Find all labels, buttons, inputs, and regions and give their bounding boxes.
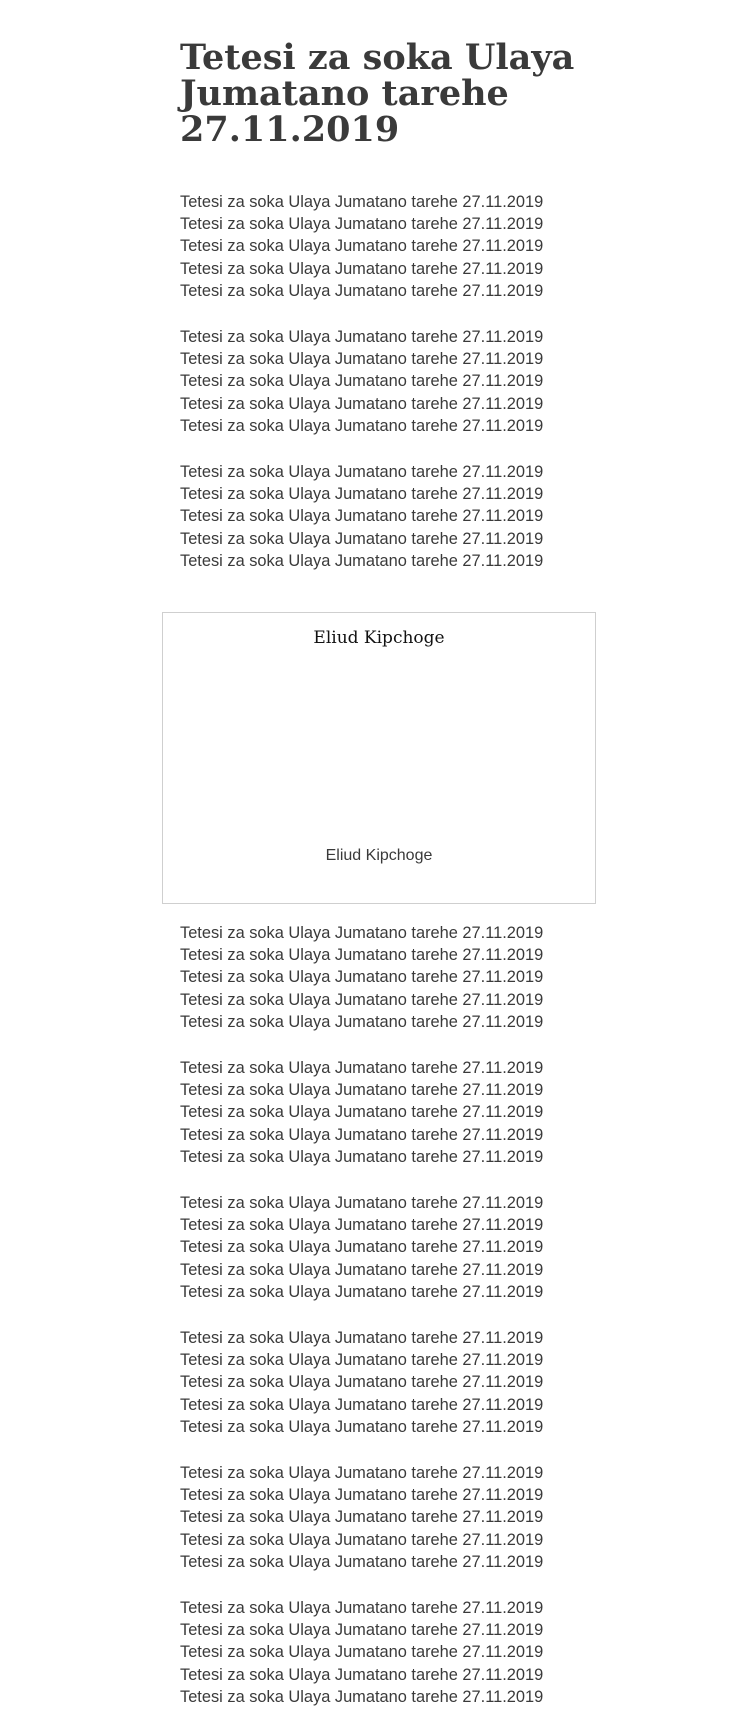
- paragraph-line: Tetesi za soka Ulaya Jumatano tarehe 27.…: [180, 1464, 544, 1483]
- paragraph-line: Tetesi za soka Ulaya Jumatano tarehe 27.…: [180, 1059, 544, 1078]
- paragraph-line: Tetesi za soka Ulaya Jumatano tarehe 27.…: [180, 1552, 544, 1571]
- paragraph-line: Tetesi za soka Ulaya Jumatano tarehe 27.…: [180, 1260, 544, 1279]
- paragraph: Tetesi za soka Ulaya Jumatano tarehe 27.…: [180, 461, 600, 572]
- paragraph-line: Tetesi za soka Ulaya Jumatano tarehe 27.…: [180, 193, 544, 211]
- paragraph-line: Tetesi za soka Ulaya Jumatano tarehe 27.…: [180, 990, 544, 1009]
- paragraph-line: Tetesi za soka Ulaya Jumatano tarehe 27.…: [180, 1530, 544, 1549]
- paragraph-line: Tetesi za soka Ulaya Jumatano tarehe 27.…: [180, 1395, 544, 1414]
- paragraph-line: Tetesi za soka Ulaya Jumatano tarehe 27.…: [180, 1147, 544, 1166]
- paragraph-line: Tetesi za soka Ulaya Jumatano tarehe 27.…: [180, 1329, 544, 1348]
- paragraph-line: Tetesi za soka Ulaya Jumatano tarehe 27.…: [180, 215, 544, 234]
- paragraph-line: Tetesi za soka Ulaya Jumatano tarehe 27.…: [180, 1238, 544, 1257]
- paragraph: Tetesi za soka Ulaya Jumatano tarehe 27.…: [180, 1057, 600, 1168]
- paragraph-line: Tetesi za soka Ulaya Jumatano tarehe 27.…: [180, 350, 544, 369]
- paragraph: Tetesi za soka Ulaya Jumatano tarehe 27.…: [180, 922, 600, 1033]
- paragraph-line: Tetesi za soka Ulaya Jumatano tarehe 27.…: [180, 1194, 544, 1213]
- paragraph-line: Tetesi za soka Ulaya Jumatano tarehe 27.…: [180, 463, 544, 482]
- paragraph-line: Tetesi za soka Ulaya Jumatano tarehe 27.…: [180, 281, 544, 300]
- paragraph-line: Tetesi za soka Ulaya Jumatano tarehe 27.…: [180, 1373, 544, 1392]
- paragraph-line: Tetesi za soka Ulaya Jumatano tarehe 27.…: [180, 1081, 544, 1100]
- paragraph: Tetesi za soka Ulaya Jumatano tarehe 27.…: [180, 1597, 600, 1708]
- paragraph-line: Tetesi za soka Ulaya Jumatano tarehe 27.…: [180, 1665, 544, 1684]
- paragraph-line: Tetesi za soka Ulaya Jumatano tarehe 27.…: [180, 1012, 544, 1031]
- paragraph-line: Tetesi za soka Ulaya Jumatano tarehe 27.…: [180, 1643, 544, 1662]
- paragraphs-top: Tetesi za soka Ulaya Jumatano tarehe 27.…: [180, 191, 600, 572]
- paragraph-line: Tetesi za soka Ulaya Jumatano tarehe 27.…: [180, 1282, 544, 1301]
- paragraph: Tetesi za soka Ulaya Jumatano tarehe 27.…: [180, 1327, 600, 1438]
- paragraph: Tetesi za soka Ulaya Jumatano tarehe 27.…: [180, 1192, 600, 1303]
- paragraph-line: Tetesi za soka Ulaya Jumatano tarehe 27.…: [180, 1103, 544, 1122]
- figure: Eliud Kipchoge Eliud Kipchoge: [162, 612, 596, 904]
- paragraph-line: Tetesi za soka Ulaya Jumatano tarehe 27.…: [180, 1351, 544, 1370]
- paragraph-line: Tetesi za soka Ulaya Jumatano tarehe 27.…: [180, 1216, 544, 1235]
- paragraph: Tetesi za soka Ulaya Jumatano tarehe 27.…: [180, 191, 600, 302]
- paragraph-line: Tetesi za soka Ulaya Jumatano tarehe 27.…: [180, 259, 544, 278]
- paragraph-line: Tetesi za soka Ulaya Jumatano tarehe 27.…: [180, 328, 544, 347]
- paragraph-line: Tetesi za soka Ulaya Jumatano tarehe 27.…: [180, 1621, 544, 1640]
- paragraph-line: Tetesi za soka Ulaya Jumatano tarehe 27.…: [180, 551, 544, 570]
- paragraph-line: Tetesi za soka Ulaya Jumatano tarehe 27.…: [180, 924, 544, 942]
- paragraph-line: Tetesi za soka Ulaya Jumatano tarehe 27.…: [180, 968, 544, 987]
- article: Tetesi za soka Ulaya Jumatano tarehe 27.…: [180, 0, 600, 1706]
- paragraph-line: Tetesi za soka Ulaya Jumatano tarehe 27.…: [180, 507, 544, 526]
- figure-title: Eliud Kipchoge: [313, 628, 445, 648]
- paragraph-line: Tetesi za soka Ulaya Jumatano tarehe 27.…: [180, 237, 544, 256]
- paragraph-line: Tetesi za soka Ulaya Jumatano tarehe 27.…: [180, 1125, 544, 1144]
- paragraph: Tetesi za soka Ulaya Jumatano tarehe 27.…: [180, 1462, 600, 1573]
- paragraph-line: Tetesi za soka Ulaya Jumatano tarehe 27.…: [180, 529, 544, 548]
- paragraph: Tetesi za soka Ulaya Jumatano tarehe 27.…: [180, 326, 600, 437]
- paragraph-line: Tetesi za soka Ulaya Jumatano tarehe 27.…: [180, 372, 544, 391]
- paragraph-line: Tetesi za soka Ulaya Jumatano tarehe 27.…: [180, 485, 544, 504]
- page-title: Tetesi za soka Ulaya Jumatano tarehe 27.…: [180, 37, 575, 150]
- paragraph-line: Tetesi za soka Ulaya Jumatano tarehe 27.…: [180, 1417, 544, 1436]
- paragraph-line: Tetesi za soka Ulaya Jumatano tarehe 27.…: [180, 1486, 544, 1505]
- paragraph-line: Tetesi za soka Ulaya Jumatano tarehe 27.…: [180, 416, 544, 435]
- paragraph-line: Tetesi za soka Ulaya Jumatano tarehe 27.…: [180, 394, 544, 413]
- paragraph-line: Tetesi za soka Ulaya Jumatano tarehe 27.…: [180, 946, 544, 965]
- figure-image: [183, 659, 575, 839]
- paragraph-line: Tetesi za soka Ulaya Jumatano tarehe 27.…: [180, 1508, 544, 1527]
- paragraph-line: Tetesi za soka Ulaya Jumatano tarehe 27.…: [180, 1687, 544, 1706]
- paragraphs-bottom: Tetesi za soka Ulaya Jumatano tarehe 27.…: [180, 922, 600, 1708]
- figure-caption: Eliud Kipchoge: [325, 847, 433, 864]
- paragraph-line: Tetesi za soka Ulaya Jumatano tarehe 27.…: [180, 1599, 544, 1618]
